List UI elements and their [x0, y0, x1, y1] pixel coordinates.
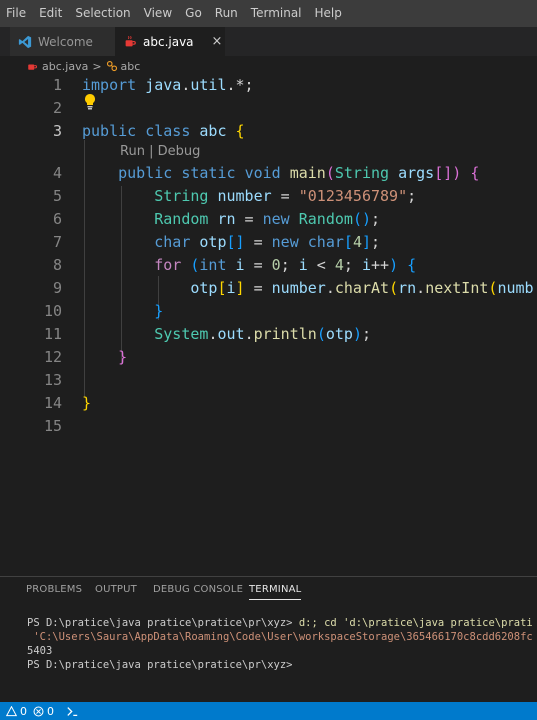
line-number: 1 [52, 76, 62, 94]
menu-go[interactable]: Go [179, 0, 209, 27]
codelens-separator: | [144, 144, 158, 159]
line-number: 14 [43, 394, 62, 412]
code-line-7: char otp[] = new char[4]; [154, 233, 381, 251]
line-number: 2 [52, 99, 62, 117]
warning-count: 0 [20, 704, 27, 718]
menu-view[interactable]: View [138, 0, 179, 27]
code-editor[interactable]: 1 2 3 4 5 6 7 8 9 10 11 12 13 14 15 impo… [0, 76, 537, 576]
live-share-icon [67, 706, 78, 716]
code-line-1: import java.util.*; [82, 76, 254, 94]
status-bar: 0 0 [0, 702, 537, 720]
tab-abc-label: abc.java [143, 34, 194, 49]
error-count: 0 [47, 704, 54, 718]
bottom-panel: PROBLEMS OUTPUT DEBUG CONSOLE TERMINAL P… [0, 576, 537, 702]
tab-output[interactable]: OUTPUT [95, 584, 137, 595]
tab-welcome-label: Welcome [38, 34, 93, 49]
menu-help[interactable]: Help [309, 0, 349, 27]
line-number: 5 [52, 187, 62, 205]
code-line-9: otp[i] = number.charAt(rn.nextInt(numb [190, 279, 534, 297]
line-number: 8 [52, 256, 62, 274]
breadcrumb-symbol[interactable]: abc [121, 60, 141, 73]
line-number: 10 [43, 302, 62, 320]
live-share-button[interactable] [66, 706, 79, 717]
line-number: 11 [43, 325, 62, 343]
code-line-3: public class abc { [82, 122, 245, 140]
line-number: 9 [52, 279, 62, 297]
terminal-prompt: PS D:\pratice\java pratice\pratice\pr\xy… [27, 617, 299, 629]
menu-run[interactable]: Run [209, 0, 245, 27]
code-line-14: } [82, 394, 92, 412]
codelens-debug[interactable]: Debug [158, 144, 201, 159]
tab-welcome[interactable]: Welcome [10, 27, 115, 56]
line-number: 15 [43, 417, 62, 435]
menu-edit[interactable]: Edit [33, 0, 69, 27]
breadcrumb: abc.java > abc [0, 56, 537, 76]
terminal-line-2: 'C:\Users\Saura\AppData\Roaming\Code\Use… [27, 631, 533, 643]
close-icon[interactable]: × [212, 34, 223, 49]
terminal-line-4[interactable]: PS D:\pratice\java pratice\pratice\pr\xy… [27, 659, 293, 671]
line-number: 7 [52, 233, 62, 251]
class-symbol-icon [106, 60, 117, 72]
line-number: 13 [43, 371, 62, 389]
menu-file[interactable]: File [0, 0, 33, 27]
line-number: 3 [52, 122, 62, 140]
vscode-icon [18, 35, 32, 48]
menu-terminal[interactable]: Terminal [245, 0, 309, 27]
terminal-output: 5403 [27, 645, 53, 657]
tab-abc-java[interactable]: abc.java × [115, 27, 225, 56]
java-file-icon [125, 35, 136, 46]
line-number: 4 [52, 164, 62, 182]
code-line-6: Random rn = new Random(); [154, 210, 381, 228]
code-line-11: System.out.println(otp); [154, 325, 371, 343]
lightbulb-icon[interactable] [83, 93, 97, 111]
editor-tab-bar: Welcome abc.java × [0, 27, 537, 56]
warning-icon [6, 705, 17, 716]
menu-selection[interactable]: Selection [69, 0, 137, 27]
breadcrumb-file[interactable]: abc.java [42, 60, 88, 73]
error-icon [33, 706, 44, 716]
panel-tabs: PROBLEMS OUTPUT DEBUG CONSOLE TERMINAL [0, 577, 537, 605]
code-line-4: public static void main(String args[]) { [118, 164, 480, 182]
code-line-10: } [154, 302, 164, 320]
tab-problems[interactable]: PROBLEMS [26, 584, 82, 595]
code-line-12: } [118, 348, 128, 366]
code-line-5: String number = "0123456789"; [154, 187, 417, 205]
line-number: 6 [52, 210, 62, 228]
terminal-line-1: PS D:\pratice\java pratice\pratice\pr\xy… [27, 617, 533, 629]
java-file-icon [28, 64, 38, 70]
breadcrumb-separator: > [92, 59, 102, 73]
codelens-run[interactable]: Run [120, 144, 145, 159]
line-number: 12 [43, 348, 62, 366]
code-line-8: for (int i = 0; i < 4; i++) { [154, 256, 417, 274]
terminal-command: d:; cd 'd:\pratice\java pratice\prati [298, 617, 533, 629]
problems-status[interactable]: 0 0 [6, 705, 54, 718]
tab-terminal[interactable]: TERMINAL [249, 584, 302, 600]
menu-bar: File Edit Selection View Go Run Terminal… [0, 0, 537, 27]
codelens: Run | Debug [120, 144, 200, 159]
tab-debug-console[interactable]: DEBUG CONSOLE [153, 584, 243, 595]
